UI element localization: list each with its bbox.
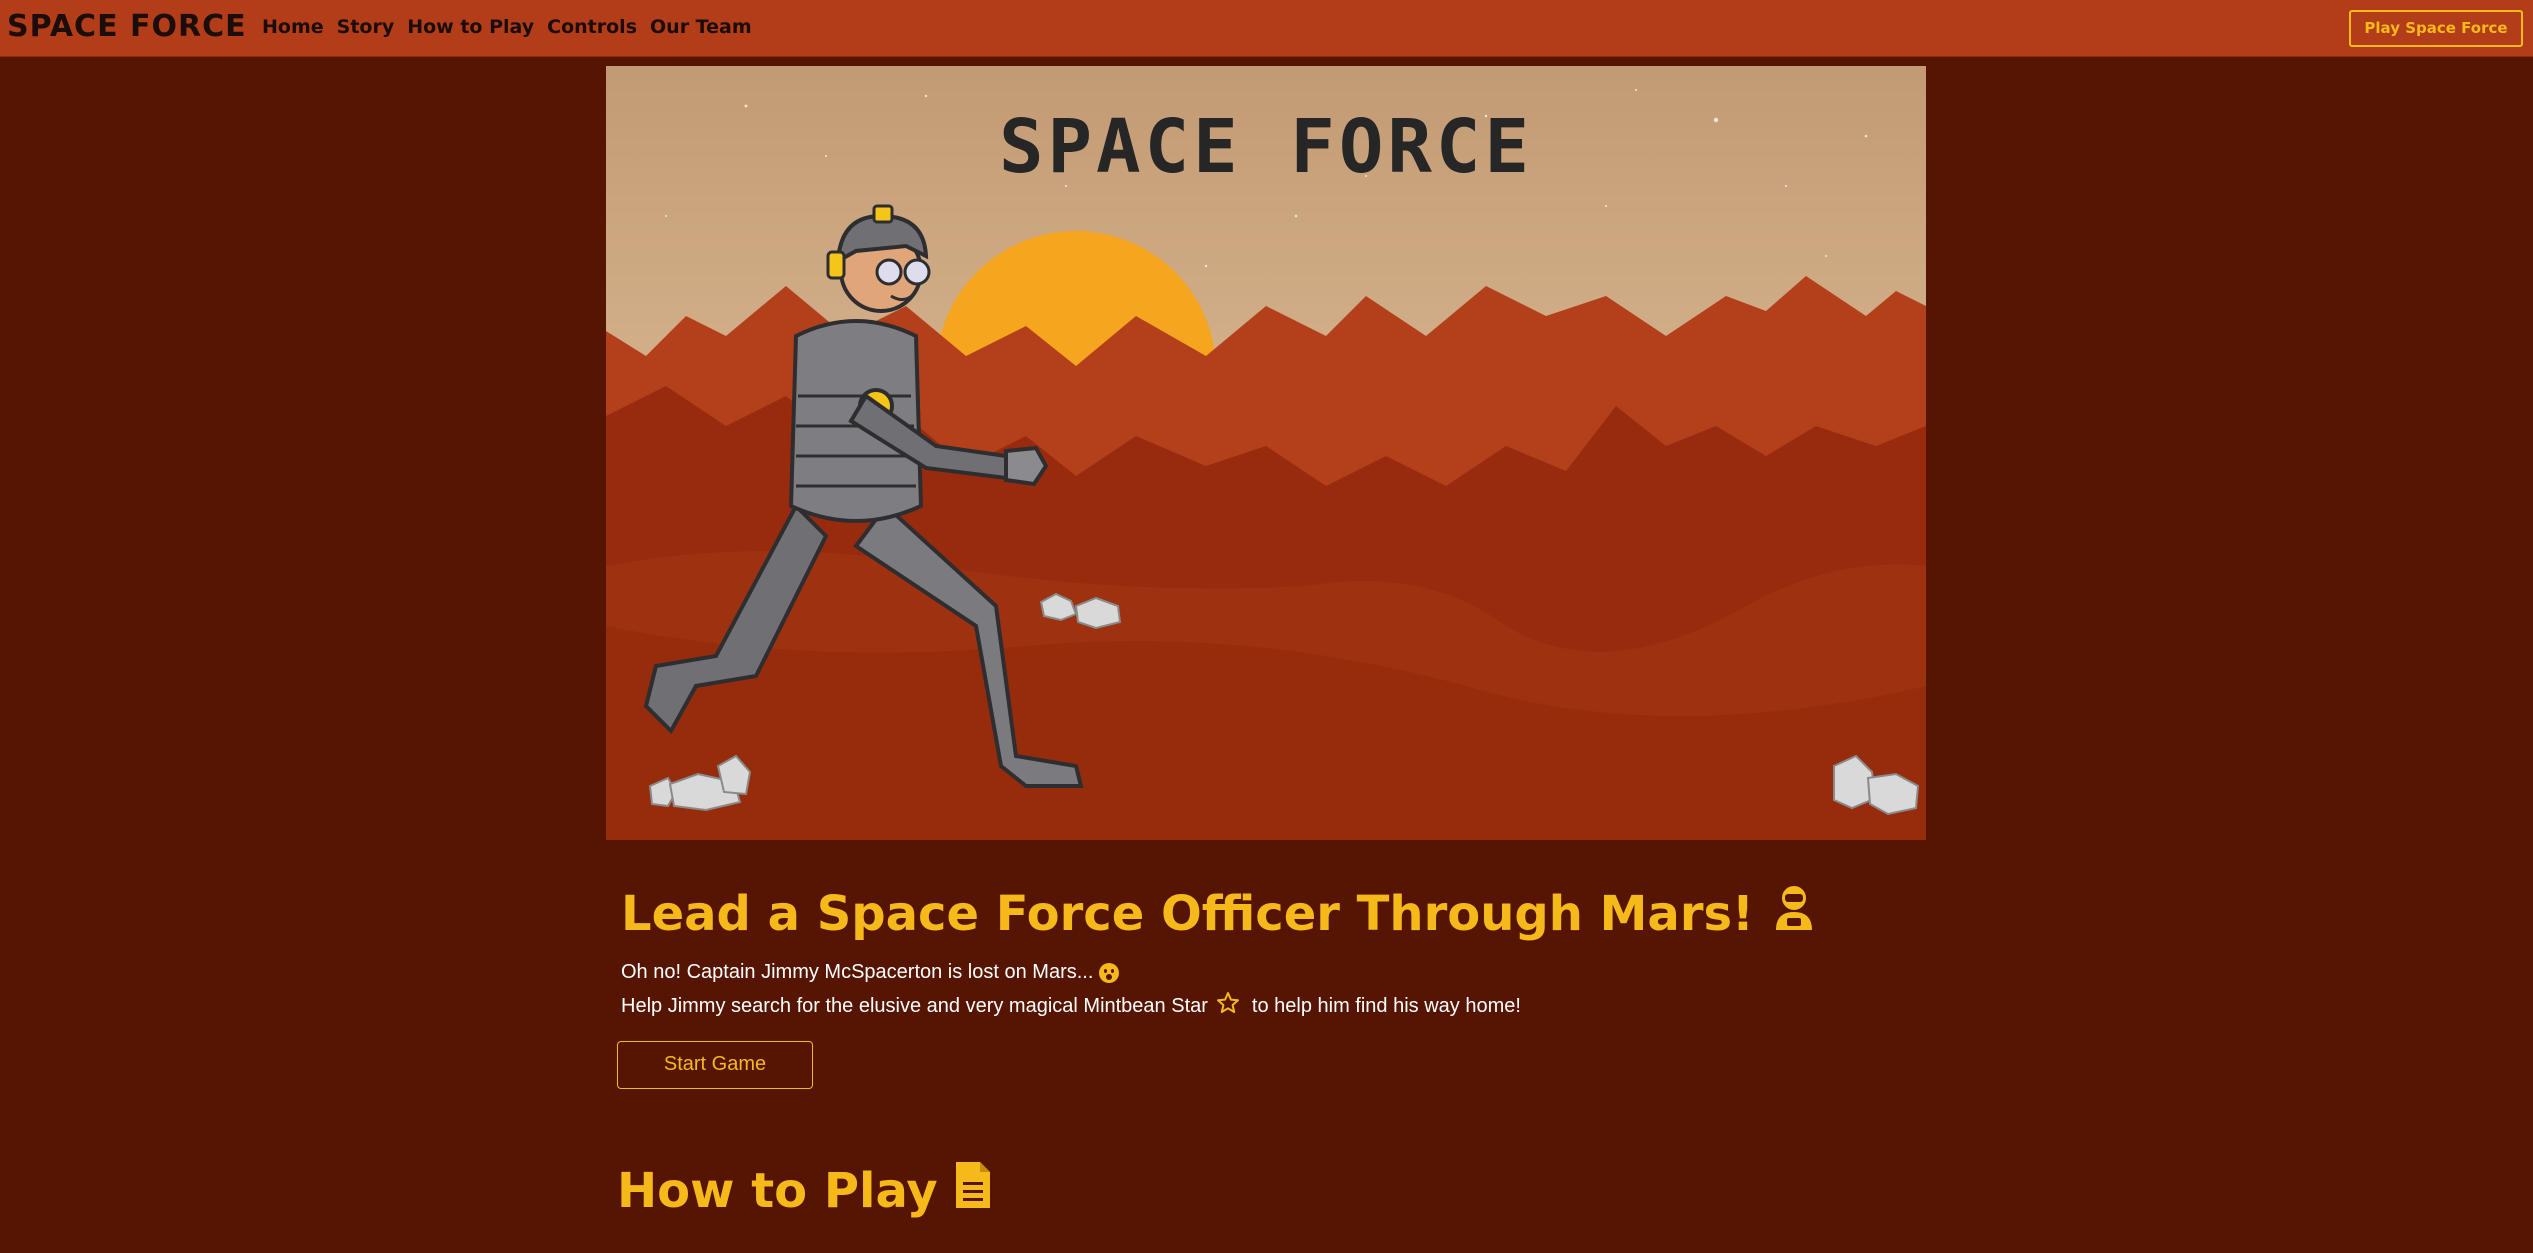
surprised-face-icon: [1099, 962, 1120, 983]
document-icon: [954, 1160, 992, 1222]
brand-logo[interactable]: SPACE FORCE: [7, 9, 247, 44]
intro-line-1: Oh no! Captain Jimmy McSpacerton is lost…: [621, 961, 1120, 984]
nav-link-controls[interactable]: Controls: [547, 16, 637, 38]
play-space-force-button[interactable]: Play Space Force: [2349, 10, 2523, 47]
nav-link-our-team[interactable]: Our Team: [650, 16, 752, 38]
astronaut-icon: [1772, 884, 1816, 944]
hero-banner: SPACE FORCE: [606, 66, 1926, 840]
intro-line-2-text-before: Help Jimmy search for the elusive and ve…: [621, 994, 1208, 1017]
intro-line-1-text: Oh no! Captain Jimmy McSpacerton is lost…: [621, 961, 1094, 983]
nav-link-how-to-play[interactable]: How to Play: [407, 16, 534, 38]
intro-line-2-text-after: to help him find his way home!: [1251, 994, 1521, 1017]
start-game-button[interactable]: Start Game: [617, 1041, 813, 1089]
how-to-play-heading: How to Play: [617, 1160, 992, 1222]
nav-links: Home Story How to Play Controls Our Team: [262, 16, 752, 38]
star-outline-icon: [1216, 991, 1240, 1021]
banner-title: SPACE FORCE: [999, 104, 1533, 190]
intro-headline-text: Lead a Space Force Officer Through Mars!: [621, 886, 1754, 942]
nav-link-home[interactable]: Home: [262, 16, 324, 38]
hero-illustration: SPACE FORCE: [606, 66, 1926, 840]
nav-link-story[interactable]: Story: [337, 16, 395, 38]
how-to-play-title: How to Play: [617, 1163, 938, 1219]
intro-line-2: Help Jimmy search for the elusive and ve…: [621, 991, 1521, 1021]
top-navbar: SPACE FORCE Home Story How to Play Contr…: [0, 0, 2533, 57]
intro-headline: Lead a Space Force Officer Through Mars!: [621, 884, 1816, 944]
